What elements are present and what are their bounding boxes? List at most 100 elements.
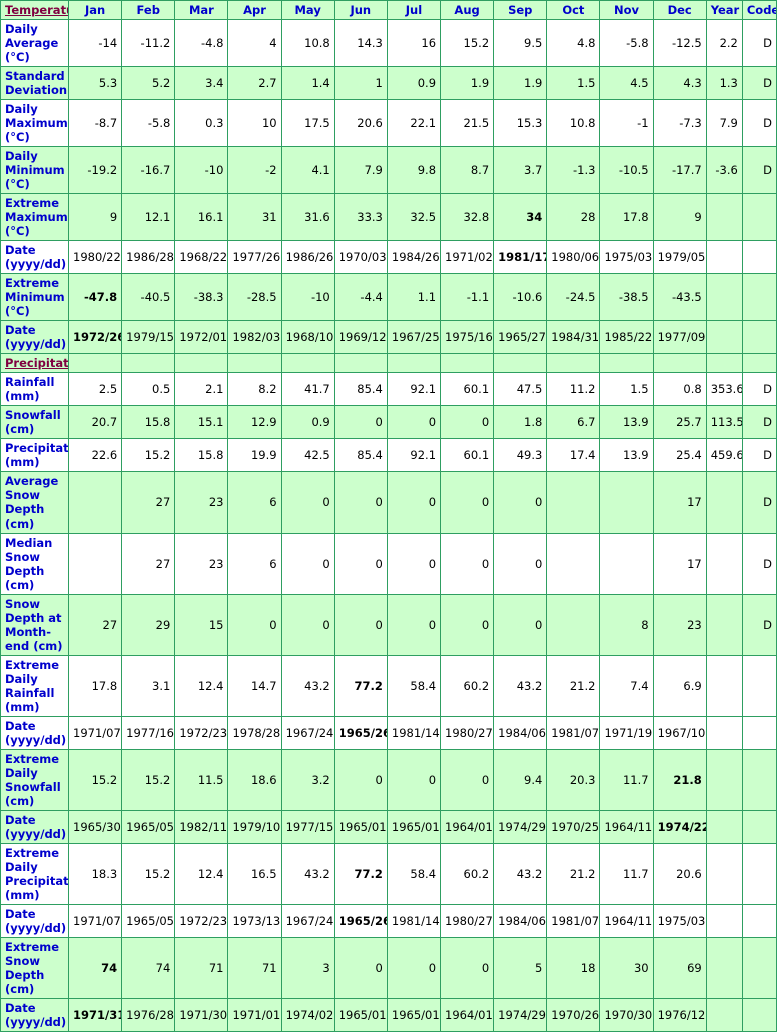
section-label-precipitation: Precipitation: [0,353,70,374]
data-cell-mar: 15 [174,593,229,656]
data-cell-jul: 0 [386,593,442,656]
table-row: Daily Minimum (°C) -19.2 -16.7 -10 -2 4.1 7.9 9… [0,146,777,195]
data-cell-code: D [741,146,777,195]
data-cell-mar: 16.1 [174,193,229,242]
data-cell-feb: 15.2 [121,842,176,905]
row-label: Extreme Minimum (°C) [0,273,70,322]
data-cell-oct [546,593,601,656]
data-cell-jul: 1981/14 [386,715,442,750]
data-cell-year [705,997,743,1032]
data-cell-mar: 1972/23+ [174,903,229,938]
data-cell-jun: 1965/26 [333,715,388,750]
data-cell-aug: 1980/27 [440,715,495,750]
data-cell-apr: 1982/03 [227,320,282,355]
data-cell-oct: 1981/07 [546,903,601,938]
data-cell-jul: 92.1 [386,372,442,407]
data-cell-feb: 1965/05 [121,809,176,844]
data-cell-sep: 1974/29 [493,997,548,1032]
data-cell-code: D [741,19,777,68]
data-cell-year [705,936,743,999]
data-cell-may: 31.6 [280,193,335,242]
data-cell-jan: -19.2 [68,146,123,195]
data-cell-mar: 3.4 [174,66,229,101]
data-cell-oct: 4.8 [546,19,601,68]
data-cell-dec: -7.3 [652,99,707,148]
data-cell-jan: -14 [68,19,123,68]
data-cell-nov: 1975/03 [599,240,654,275]
data-cell-jan: 1965/30 [68,809,123,844]
data-cell-year: 7.9 [705,99,743,148]
data-cell-aug: 21.5 [440,99,495,148]
section-spacer-cell [440,353,495,374]
row-label: Date (yyyy/dd) [0,903,70,938]
table-row: Snow Depth at Month-end (cm) 27 29 15 0 0 0 0 0 0… [0,593,777,656]
data-cell-aug: 1980/27 [440,903,495,938]
data-cell-apr: -2 [227,146,282,195]
data-cell-year: 113.5 [705,405,743,440]
data-cell-nov: 1964/11 [599,903,654,938]
table-row: Date (yyyy/dd)1980/22+1986/281968/221977… [0,240,777,275]
data-cell-may: 17.5 [280,99,335,148]
data-cell-mar: 12.4 [174,842,229,905]
data-cell-apr: 1977/26 [227,240,282,275]
data-cell-may: -10 [280,273,335,322]
data-cell-apr: 31 [227,193,282,242]
data-cell-dec: 20.6 [652,842,707,905]
data-cell-feb: 27 [121,532,176,595]
data-cell-oct [546,471,601,534]
data-cell-year [705,903,743,938]
data-cell-dec: 1975/03 [652,903,707,938]
data-cell-aug: 32.8 [440,193,495,242]
data-cell-mar: -10 [174,146,229,195]
data-cell-code: D [741,532,777,595]
data-cell-feb: -5.8 [121,99,176,148]
data-cell-feb: 3.1 [121,654,176,717]
data-cell-feb: 29 [121,593,176,656]
data-cell-jul: 0 [386,532,442,595]
data-cell-jun: 0 [333,748,388,811]
data-cell-code: D [741,99,777,148]
data-cell-may: 1968/10 [280,320,335,355]
data-cell-sep: 43.2 [493,842,548,905]
data-cell-may: 43.2 [280,842,335,905]
data-cell-jul: 1965/01+ [386,997,442,1032]
table-row: Daily Maximum (°C) -8.7 -5.8 0.3 10 17.5 20.6 2… [0,99,777,148]
data-cell-year: -3.6 [705,146,743,195]
data-cell-year [705,593,743,656]
data-cell-apr: 6 [227,471,282,534]
data-cell-jun: 1965/01+ [333,997,388,1032]
data-cell-jun: 0 [333,593,388,656]
row-label: Date (yyyy/dd) [0,240,70,275]
data-cell-jul: 32.5 [386,193,442,242]
data-cell-code [741,715,777,750]
data-cell-sep: 1984/06 [493,903,548,938]
data-cell-apr: 16.5 [227,842,282,905]
data-cell-code: D [741,405,777,440]
data-cell-oct: 17.4 [546,438,601,473]
data-cell-apr: 1973/13 [227,903,282,938]
data-cell-aug: 0 [440,532,495,595]
data-cell-mar: 15.8 [174,438,229,473]
data-cell-mar: 11.5 [174,748,229,811]
data-cell-apr: 10 [227,99,282,148]
data-cell-nov: 1971/19 [599,715,654,750]
data-cell-jul: 1981/14 [386,903,442,938]
data-cell-feb: 74 [121,936,176,999]
data-cell-jul: 1984/26 [386,240,442,275]
column-header-year: Year [705,0,743,21]
data-cell-jan: 27 [68,593,123,656]
data-cell-may: 41.7 [280,372,335,407]
data-cell-apr: 2.7 [227,66,282,101]
table-body: Temperature:JanFebMarAprMayJunJulAugSepO… [0,0,777,1032]
data-cell-dec: 0.8 [652,372,707,407]
section-spacer-cell [121,353,176,374]
data-cell-jan: 2.5 [68,372,123,407]
section-spacer-cell [652,353,707,374]
table-row: Snowfall (cm) 20.7 15.8 15.1 12.9 0.9 0 0 0 1.8 6.… [0,405,777,440]
column-header-aug: Aug [440,0,495,21]
data-cell-apr: 4 [227,19,282,68]
data-cell-year [705,532,743,595]
data-cell-feb: -16.7 [121,146,176,195]
row-label: Average Snow Depth (cm) [0,471,70,534]
row-label: Median Snow Depth (cm) [0,532,70,595]
